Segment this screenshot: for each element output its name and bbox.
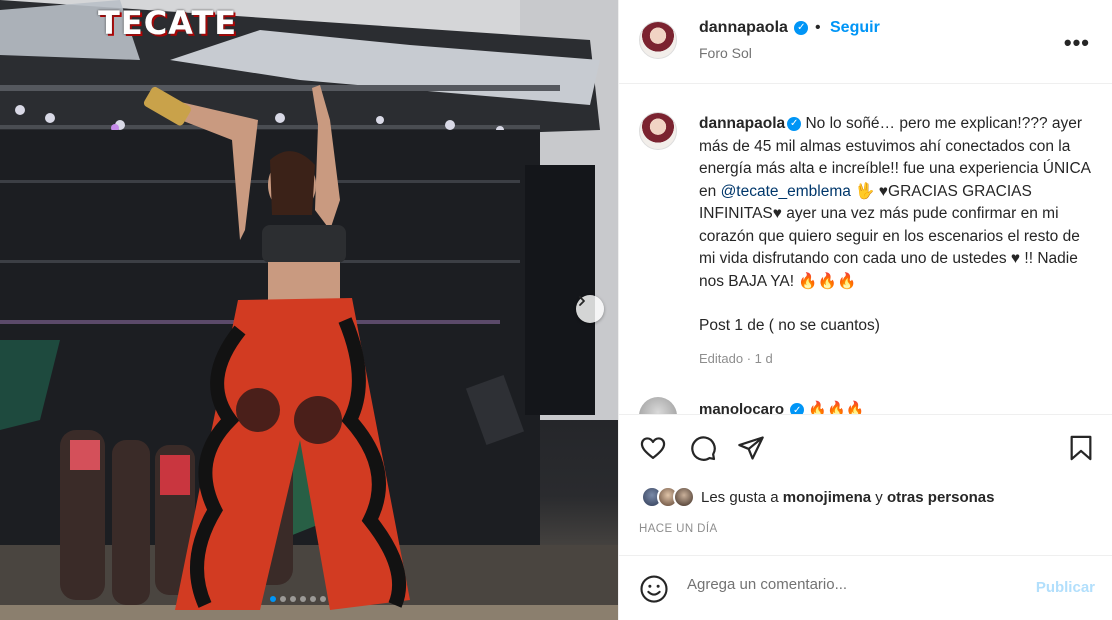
carousel-dot <box>310 596 316 602</box>
comment-bubble-icon <box>691 436 716 461</box>
other-likers-link[interactable]: otras personas <box>887 489 995 506</box>
likes-summary: Les gusta a monojimena y otras personas <box>641 486 994 508</box>
comments-section[interactable]: dannapaola ✓ No lo soñé… pero me explican… <box>619 85 1112 415</box>
publish-comment-button[interactable]: Publicar <box>1036 579 1095 596</box>
bookmark-icon <box>1070 435 1092 461</box>
post-caption: dannapaola ✓ No lo soñé… pero me explican… <box>699 113 1099 338</box>
more-options-icon[interactable]: ••• <box>1064 30 1090 56</box>
emoji-picker-button[interactable] <box>639 574 669 609</box>
author-username[interactable]: dannapaola ✓ <box>699 19 809 37</box>
edited-timestamp[interactable]: Editado · 1 d <box>699 351 773 366</box>
post-side-panel: dannapaola ✓ • Seguir Foro Sol ••• danna… <box>618 0 1112 620</box>
post-timestamp[interactable]: HACE UN DÍA <box>639 523 718 535</box>
comment-button[interactable] <box>687 432 719 464</box>
concert-photo-illustration <box>0 0 618 620</box>
caption-author-avatar[interactable] <box>639 112 677 150</box>
next-photo-button[interactable] <box>576 295 604 323</box>
comment-text: 🔥🔥🔥 <box>808 401 865 415</box>
like-button[interactable] <box>637 432 669 464</box>
header-separator: • <box>815 19 821 36</box>
carousel-dot <box>280 596 286 602</box>
carousel-dot <box>290 596 296 602</box>
carousel-dot <box>270 596 276 602</box>
likes-prefix: Les gusta a <box>701 488 779 506</box>
liker-avatar[interactable] <box>673 486 695 508</box>
carousel-dots <box>270 596 326 602</box>
heart-icon <box>640 437 666 460</box>
tecate-logo: TECATE <box>98 4 238 42</box>
follow-button[interactable]: Seguir <box>830 19 880 37</box>
comment-item: manolocaro ✓ 🔥🔥🔥 <box>699 400 865 415</box>
author-avatar[interactable] <box>639 21 677 59</box>
save-button[interactable] <box>1065 432 1097 464</box>
carousel-dot <box>300 596 306 602</box>
caption-post-line: Post 1 de ( no se cuantos) <box>699 317 880 334</box>
verified-badge-icon: ✓ <box>794 20 809 35</box>
post-header: dannapaola ✓ • Seguir Foro Sol ••• <box>619 0 1112 84</box>
emoji-smiley-icon <box>640 575 668 603</box>
caption-username[interactable]: dannapaola <box>699 115 785 132</box>
likes-text: Les gusta a monojimena y otras personas <box>701 489 994 506</box>
liker-avatars[interactable] <box>641 486 695 508</box>
add-comment-bar: Publicar <box>619 557 1112 620</box>
author-username-text[interactable]: dannapaola <box>699 19 788 36</box>
liker-username[interactable]: monojimena <box>783 489 871 506</box>
commenter-username[interactable]: manolocaro <box>699 401 784 414</box>
post-actions: Les gusta a monojimena y otras personas … <box>619 416 1112 556</box>
caption-mention-link[interactable]: @tecate_emblema <box>721 183 851 200</box>
verified-badge-icon: ✓ <box>787 116 802 131</box>
share-button[interactable] <box>735 432 767 464</box>
post-photo[interactable]: TECATE <box>0 0 618 620</box>
comment-input[interactable] <box>687 576 1017 593</box>
verified-badge-icon: ✓ <box>790 403 805 414</box>
chevron-right-icon <box>579 296 585 306</box>
likes-joiner: y <box>875 488 883 506</box>
commenter-avatar[interactable] <box>639 397 677 414</box>
carousel-dot <box>320 596 326 602</box>
post-location[interactable]: Foro Sol <box>699 45 752 61</box>
paper-plane-icon <box>738 436 764 460</box>
